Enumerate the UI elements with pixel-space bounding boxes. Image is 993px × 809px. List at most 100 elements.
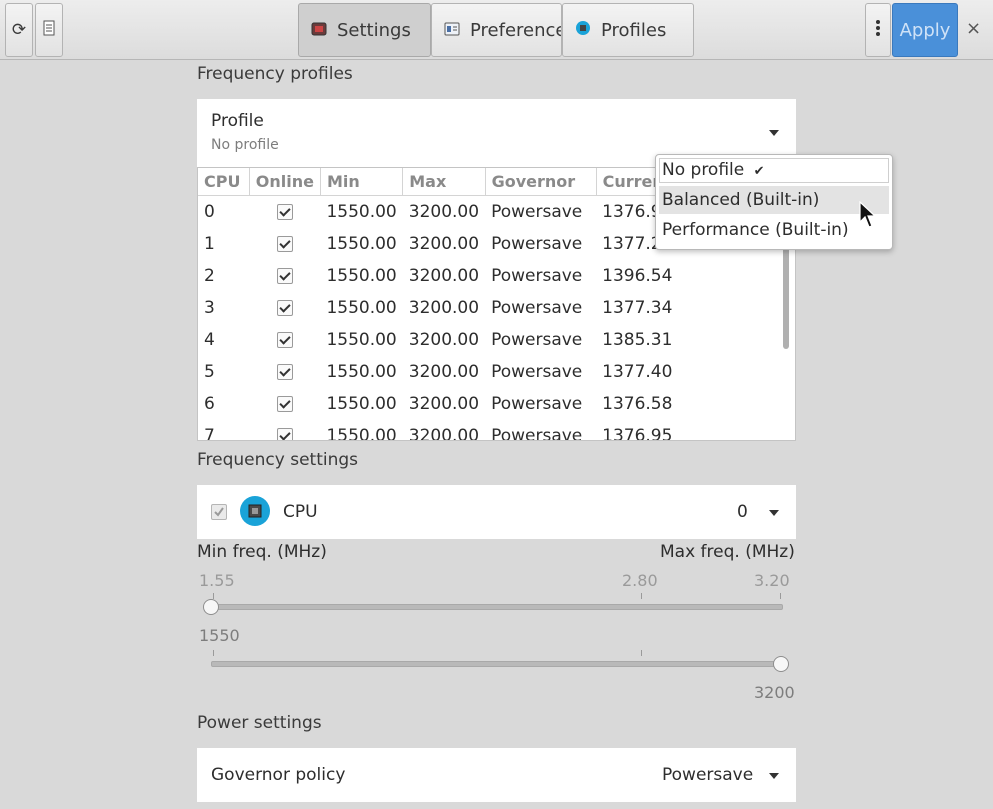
column-header-cpu[interactable]: CPU	[198, 168, 250, 196]
online-cell[interactable]	[249, 388, 320, 420]
current-cell: 1396.54	[602, 266, 673, 286]
tab-settings[interactable]: Settings	[298, 3, 431, 57]
close-button[interactable]: ×	[966, 18, 981, 39]
online-checkbox[interactable]	[276, 204, 293, 220]
scale-mark-label: 1.55	[199, 571, 235, 590]
frequency-profiles-title: Frequency profiles	[197, 64, 353, 84]
cpu-cell: 4	[204, 330, 215, 350]
online-cell[interactable]	[249, 356, 320, 388]
mouse-cursor-icon	[859, 200, 877, 233]
profile-option-no-profile[interactable]: No profile ✔	[662, 160, 765, 180]
menu-button[interactable]	[865, 3, 891, 57]
cpu-chip-icon	[240, 496, 270, 530]
min-freq-slider[interactable]	[211, 604, 783, 610]
online-checkbox[interactable]	[276, 364, 293, 380]
header-bar: ⟳ Settings Preferences Profiles Apply ×	[0, 0, 993, 60]
online-cell[interactable]	[249, 324, 320, 356]
online-cell[interactable]	[249, 228, 320, 260]
scale-mark-label: 3.20	[754, 571, 790, 590]
governor-policy-label: Governor policy	[211, 765, 346, 785]
chevron-down-icon	[769, 510, 779, 516]
table-row[interactable]: 4 1550.00 3200.00 Powersave 1385.31	[198, 324, 795, 356]
max-cell: 3200.00	[408, 330, 480, 350]
preferences-tab-icon	[444, 20, 460, 41]
close-icon: ×	[966, 18, 982, 39]
cpu-selector-row: CPU 0	[197, 485, 796, 539]
min-freq-label: Min freq. (MHz)	[197, 542, 327, 562]
cpu-label: CPU	[283, 502, 318, 522]
governor-policy-row: Governor policy Powersave	[197, 748, 796, 802]
apply-button[interactable]: Apply	[892, 3, 958, 57]
cpu-all-checkbox[interactable]	[211, 504, 227, 520]
max-slider-value: 3200	[754, 683, 795, 702]
tab-preferences[interactable]: Preferences	[431, 3, 562, 57]
online-checkbox[interactable]	[276, 332, 293, 348]
more-vertical-icon	[876, 19, 880, 41]
cpu-index-dropdown[interactable]: 0	[737, 502, 748, 522]
frequency-settings-title: Frequency settings	[197, 450, 359, 470]
min-cell: 1550.00	[326, 202, 397, 222]
option-label: No profile	[662, 160, 745, 180]
max-cell: 3200.00	[408, 394, 480, 414]
online-checkbox[interactable]	[276, 428, 293, 440]
online-checkbox[interactable]	[276, 236, 293, 252]
profile-label: Profile	[211, 111, 264, 131]
max-cell: 3200.00	[408, 362, 480, 382]
column-header-governor[interactable]: Governor	[485, 168, 597, 196]
max-freq-slider[interactable]	[211, 661, 783, 667]
current-cell: 1377.34	[602, 298, 673, 318]
cpu-cell: 3	[204, 298, 215, 318]
online-checkbox[interactable]	[276, 300, 293, 316]
table-row[interactable]: 7 1550.00 3200.00 Powersave 1376.95	[198, 420, 795, 441]
governor-cell: Powersave	[491, 394, 583, 414]
governor-cell: Powersave	[491, 266, 583, 286]
profile-option-performance[interactable]: Performance (Built-in)	[662, 220, 849, 240]
column-header-min[interactable]: Min	[320, 168, 404, 196]
profiles-tab-icon	[575, 20, 591, 41]
chevron-down-icon	[769, 773, 779, 779]
profile-value: No profile	[211, 137, 279, 153]
tab-label: Preferences	[470, 19, 561, 41]
min-cell: 1550.00	[326, 298, 397, 318]
online-checkbox[interactable]	[276, 396, 293, 412]
column-header-max[interactable]: Max	[402, 168, 486, 196]
scale-mark-label: 2.80	[622, 571, 658, 590]
min-freq-slider-handle[interactable]	[203, 599, 219, 615]
tab-label: Settings	[337, 19, 411, 41]
governor-policy-dropdown[interactable]: Powersave	[662, 765, 753, 785]
refresh-icon: ⟳	[11, 20, 27, 40]
online-cell[interactable]	[249, 292, 320, 324]
online-checkbox[interactable]	[276, 268, 293, 284]
scale-tick	[641, 593, 642, 599]
online-cell[interactable]	[249, 420, 320, 440]
profile-option-balanced[interactable]: Balanced (Built-in)	[662, 190, 819, 210]
table-row[interactable]: 5 1550.00 3200.00 Powersave 1377.40	[198, 356, 795, 388]
max-freq-label: Max freq. (MHz)	[660, 542, 795, 562]
cpu-cell: 5	[204, 362, 215, 382]
log-button[interactable]	[35, 3, 63, 57]
max-cell: 3200.00	[408, 234, 480, 254]
table-row[interactable]: 2 1550.00 3200.00 Powersave 1396.54	[198, 260, 795, 292]
chevron-down-icon	[769, 130, 779, 136]
profile-popover: No profile ✔ Balanced (Built-in) Perform…	[655, 154, 893, 250]
settings-tab-icon	[311, 20, 327, 41]
max-freq-slider-handle[interactable]	[773, 656, 789, 672]
column-header-online[interactable]: Online	[249, 168, 321, 196]
refresh-button[interactable]: ⟳	[5, 3, 33, 57]
governor-cell: Powersave	[491, 202, 583, 222]
tab-profiles[interactable]: Profiles	[562, 3, 694, 57]
power-settings-title: Power settings	[197, 713, 322, 733]
min-cell: 1550.00	[326, 426, 397, 441]
tab-label: Profiles	[601, 19, 667, 41]
document-icon	[43, 20, 55, 41]
scale-tick	[780, 593, 781, 599]
table-row[interactable]: 3 1550.00 3200.00 Powersave 1377.34	[198, 292, 795, 324]
current-cell: 1376.58	[602, 394, 673, 414]
cpu-cell: 6	[204, 394, 215, 414]
min-cell: 1550.00	[326, 394, 397, 414]
online-cell[interactable]	[249, 196, 320, 229]
cpu-cell: 1	[204, 234, 215, 254]
max-cell: 3200.00	[408, 266, 480, 286]
table-row[interactable]: 6 1550.00 3200.00 Powersave 1376.58	[198, 388, 795, 420]
online-cell[interactable]	[249, 260, 320, 292]
